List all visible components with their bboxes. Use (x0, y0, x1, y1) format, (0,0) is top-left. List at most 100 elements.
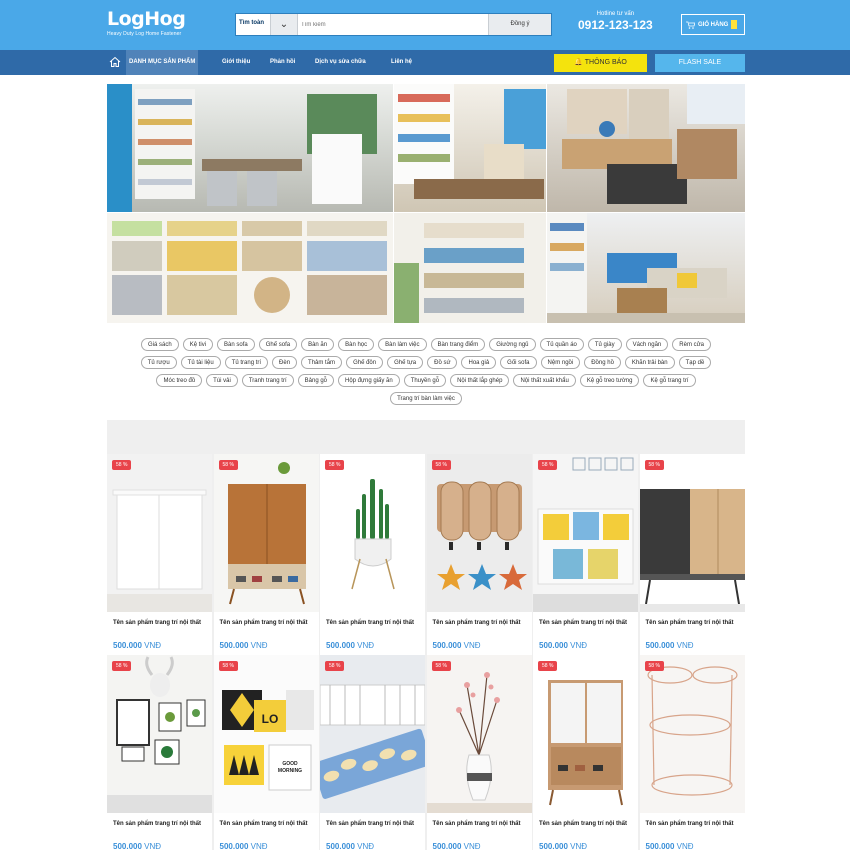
product-image[interactable] (107, 655, 212, 813)
tag-chip[interactable]: Bàn ăn (301, 338, 335, 351)
cart-button[interactable]: GIỎ HÀNG (681, 14, 745, 35)
tag-chip[interactable]: Gối sofa (500, 356, 537, 369)
product-image[interactable] (426, 655, 532, 813)
tag-chip[interactable]: Nội thất xuất khẩu (513, 374, 576, 387)
product-card[interactable]: 58 % Tên sản phẩm trang trí nội thất 500.0… (320, 655, 425, 857)
price-value: 500.000 (326, 641, 355, 650)
product-card[interactable]: 58 % Tên sản phẩm trang trí nội thất 500.0… (639, 454, 745, 656)
tag-chip[interactable]: Rèm cửa (672, 338, 711, 351)
product-name[interactable]: Tên sản phẩm trang trí nội thất (113, 618, 208, 629)
product-card[interactable]: 58 % Tên sản phẩm trang trí nội thất 500.0… (320, 454, 425, 656)
product-image[interactable] (213, 454, 319, 612)
product-card[interactable]: 58 % Tên sản phẩm trang trí nội thất 500.0… (533, 655, 638, 857)
product-card[interactable]: 58 % Tên sản phẩm trang trí nội thất 500.0… (107, 454, 212, 656)
tag-chip[interactable]: Tủ giày (587, 338, 622, 351)
product-image[interactable] (533, 454, 638, 612)
chevron-down-icon[interactable]: ⌄ (270, 14, 298, 35)
nav-item-about[interactable]: Giới thiệu (219, 50, 253, 75)
product-card[interactable]: 58 % Tên sản phẩm trang trí nội thất 500.0… (107, 655, 212, 857)
svg-text:MORNING: MORNING (277, 768, 301, 774)
cart-count-badge (731, 20, 738, 29)
product-image[interactable] (320, 454, 425, 612)
discount-badge: 58 % (644, 460, 664, 470)
tag-chip[interactable]: Nội thất lắp ghép (450, 374, 510, 387)
tag-chip[interactable]: Đồng hồ (584, 356, 621, 369)
tag-chip[interactable]: Móc treo đồ (156, 374, 203, 387)
product-image[interactable] (320, 655, 425, 813)
search-button[interactable]: Đồng ý (488, 14, 551, 35)
product-name[interactable]: Tên sản phẩm trang trí nội thất (326, 819, 421, 830)
tag-chip[interactable]: Bàn làm việc (378, 338, 427, 351)
tag-chip[interactable]: Bàn trang điểm (430, 338, 486, 351)
product-name[interactable]: Tên sản phẩm trang trí nội thất (113, 819, 208, 830)
logo[interactable]: LogHog Heavy Duty Log Home Fastener (107, 8, 186, 37)
product-name[interactable]: Tên sản phẩm trang trí nội thất (646, 618, 741, 629)
product-name[interactable]: Tên sản phẩm trang trí nội thất (433, 819, 528, 830)
product-name[interactable]: Tên sản phẩm trang trí nội thất (539, 618, 634, 629)
discount-badge: 58 % (112, 661, 132, 671)
product-name[interactable]: Tên sản phẩm trang trí nội thất (433, 618, 528, 629)
home-icon[interactable] (108, 55, 122, 69)
search-input[interactable] (298, 14, 488, 35)
product-image[interactable] (533, 655, 638, 813)
price-value: 500.000 (113, 641, 142, 650)
product-grid: 58 % Tên sản phẩm trang trí nội thất 500.0… (107, 420, 745, 857)
tag-chip[interactable]: Tủ tài liệu (180, 356, 221, 369)
notice-button[interactable]: 🔔 THÔNG BÁO (554, 54, 647, 72)
tag-chip[interactable]: Nệm ngồi (540, 356, 581, 369)
search-category[interactable]: Tìm toàn (236, 14, 270, 35)
product-image[interactable] (426, 454, 532, 612)
nav-item-repair[interactable]: Dịch vụ sửa chữa (312, 50, 369, 75)
tag-chip[interactable]: Tủ quần áo (539, 338, 584, 351)
nav-item-feedback[interactable]: Phản hồi (267, 50, 298, 75)
hotline: Hotline tư vấn 0912-123-123 (578, 11, 653, 32)
tag-chip[interactable]: Giường ngủ (489, 338, 536, 351)
tag-chip[interactable]: Khăn trải bàn (624, 356, 675, 369)
tag-chip[interactable]: Tạp dề (678, 356, 712, 369)
hotline-number[interactable]: 0912-123-123 (578, 18, 653, 32)
tag-chip[interactable]: Kệ tivi (182, 338, 214, 351)
product-name[interactable]: Tên sản phẩm trang trí nội thất (220, 618, 315, 629)
product-name[interactable]: Tên sản phẩm trang trí nội thất (539, 819, 634, 830)
product-image[interactable] (639, 655, 745, 813)
nav-item-contact[interactable]: Liên hệ (388, 50, 415, 75)
tag-chip[interactable]: Trang trí bàn làm việc (390, 392, 462, 405)
product-image[interactable] (107, 454, 212, 612)
tag-chip[interactable]: Vách ngăn (625, 338, 669, 351)
tag-chip[interactable]: Đồ sứ (427, 356, 458, 369)
tag-chip[interactable]: Kệ gỗ treo tường (579, 374, 640, 387)
tag-chip[interactable]: Tranh trang trí (241, 374, 294, 387)
price-currency: VNĐ (357, 641, 375, 650)
svg-text:LO: LO (261, 712, 278, 726)
product-card[interactable]: 58 % Tên sản phẩm trang trí nội thất 500.0… (639, 655, 745, 857)
tag-chip[interactable]: Ghế tựa (387, 356, 424, 369)
product-card[interactable]: 58 % Tên sản phẩm trang trí nội thất 500.0… (426, 454, 532, 656)
tag-chip[interactable]: Giá sách (141, 338, 179, 351)
product-card[interactable]: 58 % Tên sản phẩm trang trí nội thất 500.0… (533, 454, 638, 656)
product-name[interactable]: Tên sản phẩm trang trí nội thất (326, 618, 421, 629)
tag-chip[interactable]: Túi vải (206, 374, 238, 387)
tag-chip[interactable]: Hoa giả (461, 356, 497, 369)
tag-chip[interactable]: Thảm tắm (301, 356, 343, 369)
product-name[interactable]: Tên sản phẩm trang trí nội thất (220, 819, 315, 830)
flash-sale-button[interactable]: FLASH SALE (655, 54, 745, 72)
product-name[interactable]: Tên sản phẩm trang trí nội thất (646, 819, 741, 830)
tag-chip[interactable]: Hộp đựng giấy ăn (338, 374, 400, 387)
product-card[interactable]: 58 % Tên sản phẩm trang trí nội thất 500.0… (426, 655, 532, 857)
showroom-banner[interactable] (107, 84, 745, 323)
tag-chip[interactable]: Ghế sofa (258, 338, 298, 351)
tag-chip[interactable]: Ghế đôn (346, 356, 384, 369)
tag-chip[interactable]: Thuyền gỗ (403, 374, 447, 387)
tag-chip[interactable]: Tủ trang trí (224, 356, 269, 369)
product-card[interactable]: 58 % Tên sản phẩm trang trí nội thất 500.0… (213, 454, 319, 656)
product-card[interactable]: LO GOOD MORNING 58 % Tên sản phẩm trang trí … (213, 655, 319, 857)
tag-chip[interactable]: Bàn học (338, 338, 375, 351)
product-image[interactable]: LO GOOD MORNING (213, 655, 319, 813)
tag-chip[interactable]: Đèn (272, 356, 298, 369)
product-image[interactable] (639, 454, 745, 612)
tag-chip[interactable]: Bảng gỗ (297, 374, 334, 387)
tag-chip[interactable]: Tủ rượu (140, 356, 177, 369)
tag-chip[interactable]: Bàn sofa (217, 338, 255, 351)
tag-chip[interactable]: Kệ gỗ trang trí (643, 374, 696, 387)
nav-item-categories[interactable]: DANH MỤC SẢN PHẨM (126, 50, 199, 75)
